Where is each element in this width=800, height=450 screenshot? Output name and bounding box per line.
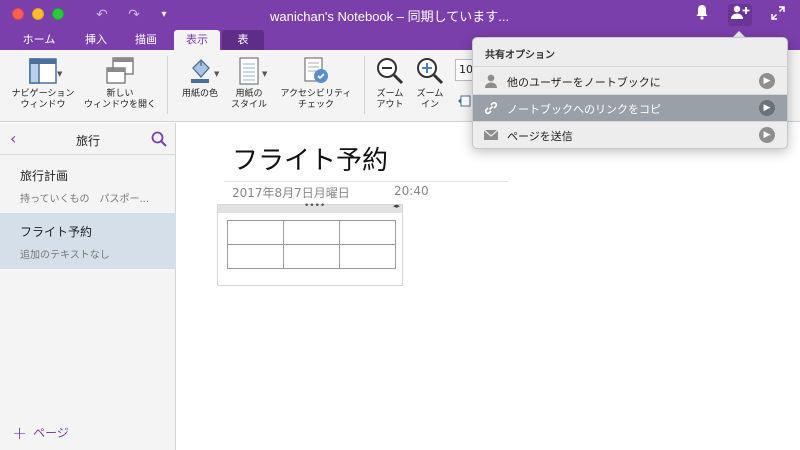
title-bar: ↶ ↷ ▾ wanichan's Notebook – 同期しています... (0, 0, 800, 30)
tab-home[interactable]: ホーム (10, 30, 68, 50)
tab-view[interactable]: 表示 (174, 30, 220, 50)
tab-draw[interactable]: 描画 (124, 30, 168, 50)
page-list-sidebar: ‹ 旅行 旅行計画 持っていくもの パスポー... フライト予約 追加のテキスト… (0, 123, 176, 450)
page-list-item-selected[interactable]: フライト予約 追加のテキストなし (0, 213, 176, 269)
table-cell[interactable] (227, 244, 284, 269)
tab-table[interactable]: 表 (222, 30, 264, 50)
navigation-pane-icon (28, 56, 58, 86)
note-table[interactable] (227, 220, 396, 269)
link-icon (483, 100, 499, 116)
send-page-option[interactable]: ページを送信 ▶ (473, 122, 787, 148)
new-window-icon (105, 56, 135, 86)
person-icon (483, 73, 499, 89)
zoom-in-icon (415, 56, 445, 86)
paper-style-button[interactable]: 用紙の スタイル (226, 56, 272, 111)
copy-link-label: ノートブックへのリンクをコピ (507, 103, 661, 116)
table-cell[interactable] (283, 220, 340, 245)
paint-bucket-icon (185, 56, 215, 86)
ruled-paper-icon (234, 56, 264, 86)
zoom-window-button[interactable] (52, 8, 64, 20)
zoom-out-icon (375, 56, 405, 86)
table-row (227, 244, 396, 269)
close-window-button[interactable] (12, 8, 24, 20)
chevron-down-icon[interactable]: ▼ (57, 70, 62, 78)
new-window-label: 新しい ウィンドウを開く (83, 89, 156, 110)
accessibility-check-button[interactable]: アクセシビリティ チェック (274, 56, 358, 111)
fullscreen-icon[interactable] (766, 4, 790, 26)
undo-icon[interactable]: ↶ (92, 5, 112, 25)
chevron-right-icon: ▶ (759, 127, 775, 143)
table-row (227, 220, 396, 245)
redo-icon[interactable]: ↷ (124, 5, 144, 25)
page-list-item[interactable]: 旅行計画 持っていくもの パスポー... (0, 157, 176, 213)
chevron-down-icon[interactable]: ▼ (214, 70, 219, 78)
navigation-pane-button[interactable]: ナビゲーション ウィンドウ (6, 56, 80, 111)
zoom-out-button[interactable]: ズーム アウト (370, 56, 410, 111)
tab-insert[interactable]: 挿入 (74, 30, 118, 50)
chevron-right-icon: ▶ (759, 100, 775, 116)
page-item-preview: 追加のテキストなし (20, 250, 110, 261)
add-page-button[interactable]: + ページ (12, 423, 69, 444)
section-header: ‹ 旅行 (0, 123, 176, 155)
ribbon-divider (364, 56, 365, 114)
add-page-label: ページ (33, 426, 69, 440)
navigation-pane-label: ナビゲーション ウィンドウ (11, 89, 75, 110)
paper-color-button[interactable]: 用紙の色 (174, 56, 226, 100)
chevron-down-icon[interactable]: ▼ (262, 70, 267, 78)
ribbon-divider (167, 56, 168, 114)
drag-dots-icon: •••• (304, 201, 326, 211)
title-underline (224, 181, 508, 182)
new-window-button[interactable]: 新しい ウィンドウを開く (80, 56, 160, 111)
divider (473, 66, 787, 67)
accessibility-check-label: アクセシビリティ チェック (280, 89, 352, 110)
share-options-popover: 共有オプション 他のユーザーをノートブックに ▶ ノートブックへのリンクをコピ … (472, 37, 788, 149)
table-cell[interactable] (283, 244, 340, 269)
page-time: 20:40 (394, 184, 429, 198)
container-drag-handle[interactable]: •••• ◂▸ (218, 201, 402, 213)
plus-icon: + (12, 423, 28, 444)
page-date: 2017年8月7日月曜日 (232, 186, 350, 200)
envelope-icon (483, 127, 499, 143)
invite-users-option[interactable]: 他のユーザーをノートブックに ▶ (473, 68, 787, 94)
accessibility-check-icon (301, 56, 331, 86)
table-cell[interactable] (339, 220, 396, 245)
paper-style-label: 用紙の スタイル (230, 89, 267, 110)
note-container[interactable]: •••• ◂▸ (217, 201, 403, 286)
notification-bell-icon[interactable] (690, 4, 714, 26)
zoom-in-label: ズーム イン (416, 89, 444, 110)
paper-color-label: 用紙の色 (181, 89, 218, 99)
zoom-in-button[interactable]: ズーム イン (410, 56, 450, 111)
table-cell[interactable] (339, 244, 396, 269)
page-title[interactable]: フライト予約 (232, 140, 388, 177)
popover-heading: 共有オプション (485, 50, 555, 61)
share-add-user-icon[interactable] (728, 4, 752, 26)
copy-link-option[interactable]: ノートブックへのリンクをコピ ▶ (473, 95, 787, 121)
search-icon[interactable] (150, 130, 168, 148)
page-icon[interactable] (458, 92, 472, 107)
page-item-title: 旅行計画 (20, 169, 69, 183)
send-page-label: ページを送信 (507, 130, 573, 143)
window-title: wanichan's Notebook – 同期しています... (270, 9, 510, 24)
resize-arrows-icon[interactable]: ◂▸ (393, 202, 400, 210)
table-cell[interactable] (227, 220, 284, 245)
minimize-window-button[interactable] (32, 8, 44, 20)
customize-toolbar-icon[interactable]: ▾ (154, 5, 174, 25)
chevron-right-icon: ▶ (759, 73, 775, 89)
invite-users-label: 他のユーザーをノートブックに (507, 76, 661, 89)
zoom-out-label: ズーム アウト (376, 89, 404, 110)
page-item-title: フライト予約 (20, 225, 93, 239)
page-item-preview: 持っていくもの パスポー... (20, 194, 150, 205)
